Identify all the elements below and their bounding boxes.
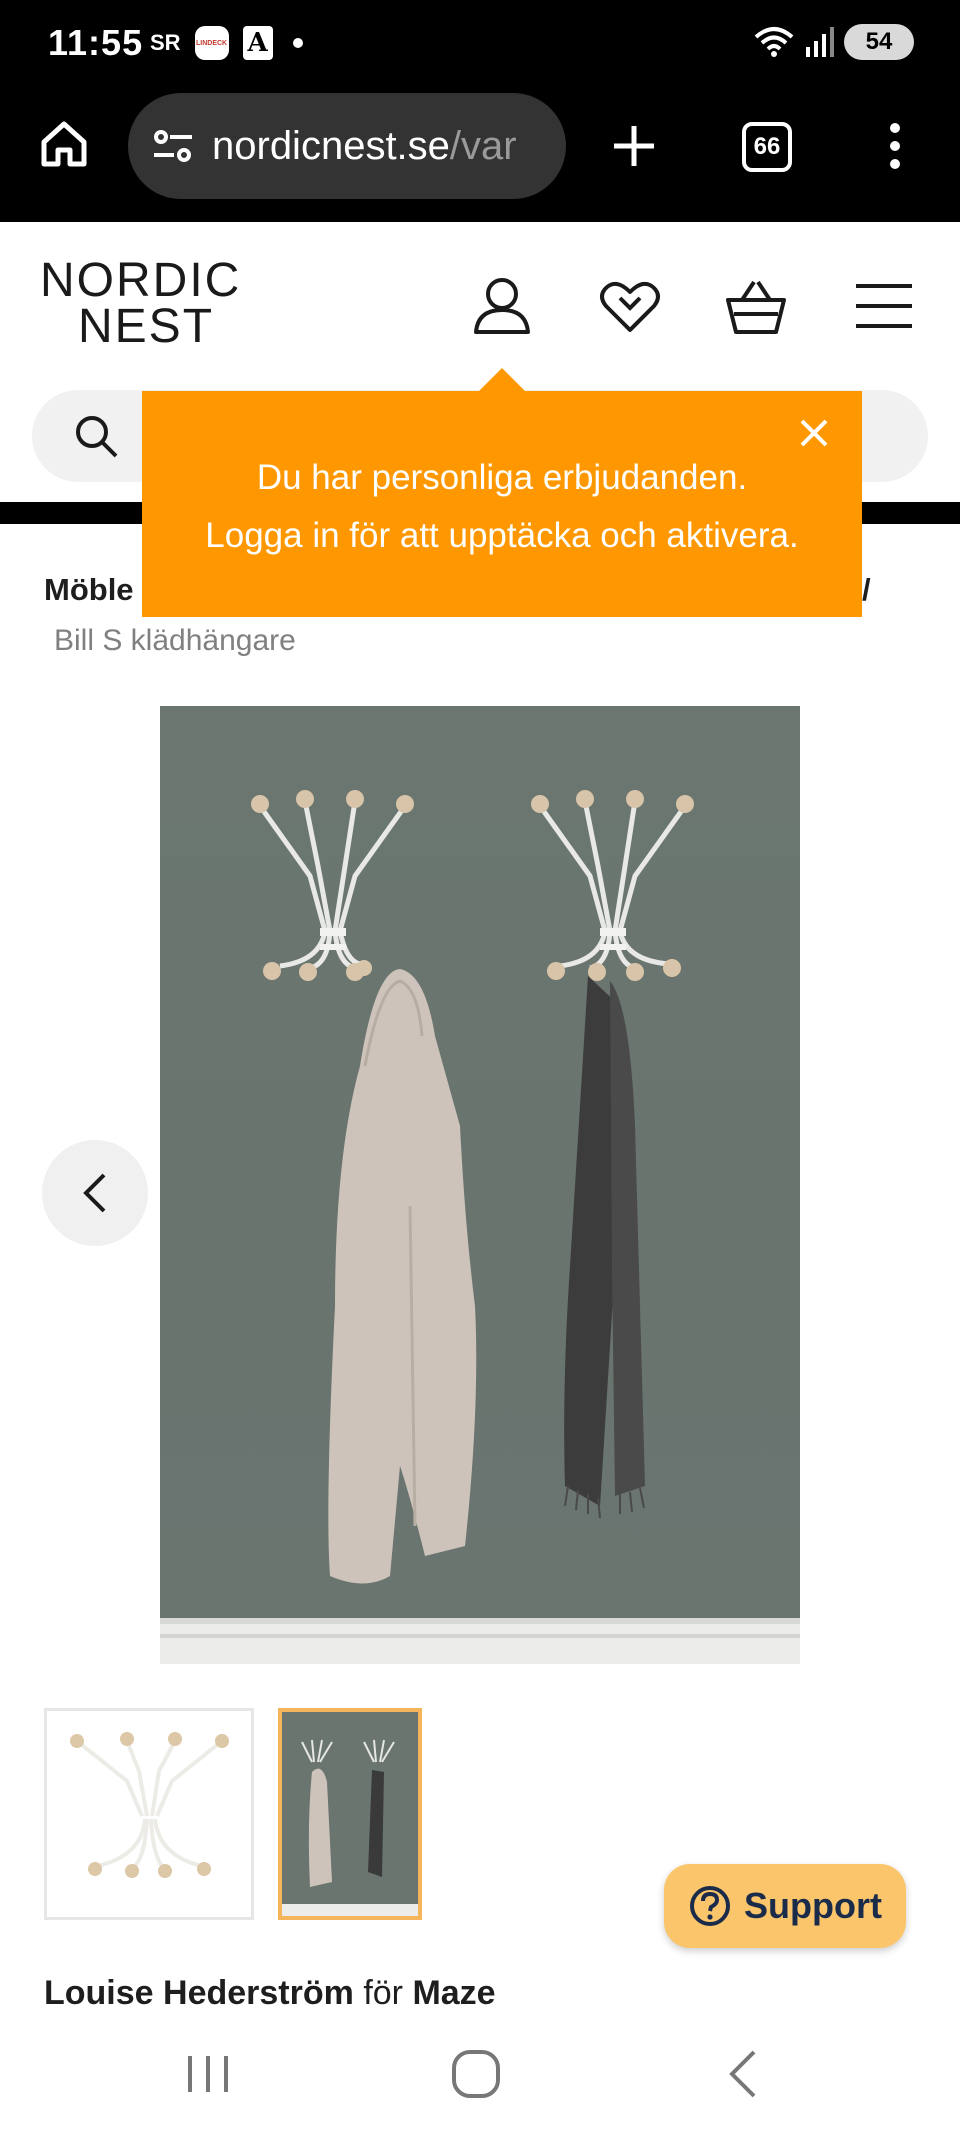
designer-line: Louise Hederström för Maze [44,1974,496,2013]
more-notifications-dot [292,38,303,48]
sr-icon: SR [150,30,181,55]
more-vert-icon[interactable] [880,118,910,174]
home-nav-icon[interactable] [448,2046,504,2102]
aftonbladet-icon: A [242,26,273,60]
thumbnail-lifestyle[interactable] [278,1708,422,1920]
chevron-left-icon [83,1173,106,1213]
browser-toolbar: nordicnest.se/var 66 [0,88,960,222]
nordic-nest-logo[interactable]: NORDIC NEST [40,257,241,353]
offers-tooltip[interactable]: Du har personliga erbjudanden. Logga in … [142,391,862,617]
battery-indicator: 54 [844,24,914,60]
notification-icons: SR LINDECK A [150,26,303,60]
heart-icon[interactable] [598,274,662,338]
url-path: /var [449,123,517,168]
recent-apps-icon[interactable] [180,2046,236,2102]
close-icon[interactable] [794,413,834,453]
tooltip-line-1: Du har personliga erbjudanden. [256,458,748,497]
lindeck-icon: LINDECK [194,26,229,60]
back-icon[interactable] [716,2046,772,2102]
url-host: nordicnest.se [212,123,450,168]
breadcrumb-separator: / [862,572,871,607]
support-button[interactable]: Support [664,1864,906,1948]
status-bar: 11:55 SR LINDECK A 54 [0,0,960,88]
tune-icon[interactable] [152,126,194,166]
lifestyle-thumbnail [282,1739,418,1916]
breadcrumb-current: Bill S klädhängare [54,624,296,657]
product-main-image[interactable] [160,706,800,1664]
user-icon[interactable] [470,274,534,338]
help-icon [690,1886,730,1926]
tooltip-arrow [478,368,526,392]
signal-icon [806,27,834,57]
address-bar[interactable]: nordicnest.se/var [128,93,566,199]
status-time: 11:55 [48,22,144,63]
support-label: Support [744,1885,882,1926]
breadcrumb-link-first[interactable]: Möble [44,572,134,608]
page: 11:55 SR LINDECK A 54 nordicnest.se /var… [0,0,960,2133]
coat-hangers-photo [160,790,800,1664]
home-icon[interactable] [36,116,92,172]
previous-image-button[interactable] [42,1140,148,1246]
plus-icon[interactable] [606,118,662,174]
designer-for: för [363,1974,403,2012]
wifi-icon [754,27,794,57]
search-icon[interactable] [74,414,120,460]
system-nav-bar [0,2014,960,2133]
menu-icon[interactable] [852,274,916,338]
logo-line-2: NEST [78,300,215,353]
designer-name[interactable]: Louise Hederström [44,1974,354,2012]
tab-switcher-button[interactable]: 66 [742,122,792,172]
hanger-product-thumbnail [70,1732,229,1878]
system-icons: 54 [754,24,914,60]
tooltip-line-2: Logga in för att upptäcka och aktivera. [205,516,799,555]
basket-icon[interactable] [724,274,788,338]
brand-name[interactable]: Maze [412,1974,495,2012]
thumbnail-product[interactable] [44,1708,254,1920]
